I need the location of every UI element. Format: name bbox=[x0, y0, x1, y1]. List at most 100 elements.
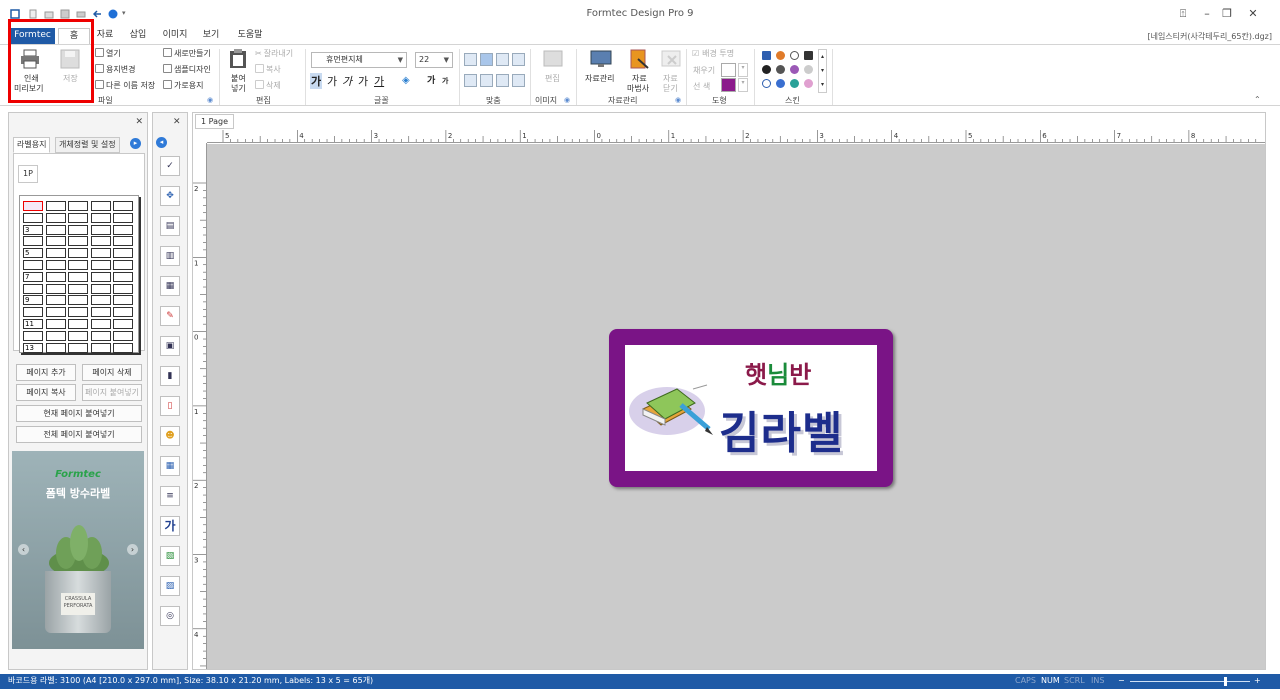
skin-teal-icon[interactable] bbox=[790, 79, 799, 88]
label-cell[interactable] bbox=[45, 224, 66, 235]
skin-royal-icon[interactable] bbox=[776, 79, 785, 88]
label-inner-area[interactable]: 햇님반 김라벨 bbox=[625, 345, 877, 471]
copy-button[interactable]: 복사 bbox=[255, 64, 281, 75]
label-cell[interactable]: 3 bbox=[23, 224, 43, 235]
label-cell[interactable] bbox=[23, 236, 43, 247]
label-cell[interactable] bbox=[113, 224, 133, 235]
label-cell[interactable] bbox=[113, 330, 133, 341]
vertical-text-tool-icon[interactable]: ▥ bbox=[160, 246, 180, 266]
label-cell[interactable] bbox=[23, 260, 43, 270]
tab-image[interactable]: 이미지 bbox=[158, 28, 192, 44]
label-cell[interactable]: 13 bbox=[23, 342, 43, 353]
label-cell[interactable] bbox=[90, 224, 111, 235]
landscape-image-tool-icon[interactable]: ▨ bbox=[160, 576, 180, 596]
line-color-swatch[interactable] bbox=[721, 78, 736, 92]
label-cell[interactable] bbox=[23, 212, 43, 223]
text-tool-icon[interactable]: 가 bbox=[160, 516, 180, 536]
align-center-icon[interactable] bbox=[496, 53, 509, 66]
label-cell[interactable] bbox=[68, 319, 88, 329]
image-dialog-launcher-icon[interactable]: ◉ bbox=[564, 96, 570, 104]
disc-tool-icon[interactable]: ◎ bbox=[160, 606, 180, 626]
outline-button[interactable]: 가 bbox=[358, 73, 368, 89]
skin-black-icon[interactable] bbox=[762, 65, 771, 74]
align-right-icon[interactable] bbox=[512, 53, 525, 66]
skin-orange-icon[interactable] bbox=[776, 51, 785, 60]
restore-button[interactable]: ❐ bbox=[1216, 6, 1238, 22]
label-cell[interactable] bbox=[45, 260, 66, 270]
zoom-out-button[interactable]: − bbox=[1118, 674, 1125, 688]
label-person-name[interactable]: 김라벨 bbox=[719, 397, 843, 461]
label-cell[interactable] bbox=[113, 248, 133, 259]
horizontal-ruler[interactable]: 5 4 3 2 1 0 1 2 3 4 5 6 7 8 bbox=[207, 130, 1265, 143]
skin-dark-icon[interactable] bbox=[804, 51, 813, 60]
ad-prev-icon[interactable]: ‹ bbox=[18, 544, 29, 555]
label-cell[interactable] bbox=[90, 271, 111, 282]
label-cell[interactable] bbox=[113, 236, 133, 247]
label-cell[interactable] bbox=[23, 330, 43, 341]
label-cell[interactable] bbox=[68, 224, 88, 235]
label-cell[interactable] bbox=[113, 319, 133, 329]
label-cell[interactable] bbox=[68, 307, 88, 318]
label-cell[interactable] bbox=[45, 212, 66, 223]
barcode-tool-icon[interactable]: ▮ bbox=[160, 366, 180, 386]
text-edit-tool-icon[interactable]: ✎ bbox=[160, 306, 180, 326]
label-cell[interactable] bbox=[113, 283, 133, 294]
paste-page-button[interactable]: 페이지 붙여넣기 bbox=[82, 384, 142, 401]
label-cell[interactable] bbox=[68, 201, 88, 211]
zoom-in-button[interactable]: + bbox=[1254, 674, 1261, 688]
bg-transparent-checkbox[interactable]: ☑ 배경 투명 bbox=[692, 48, 734, 59]
close-button[interactable]: ✕ bbox=[1242, 6, 1264, 22]
align-top-icon[interactable] bbox=[480, 53, 493, 66]
data-wizard-button[interactable]: 마법사 bbox=[627, 83, 649, 94]
label-cell[interactable] bbox=[45, 295, 66, 306]
landscape-button[interactable]: 가로용지 bbox=[163, 80, 203, 91]
skin-blue-icon[interactable] bbox=[762, 51, 771, 60]
ad-next-icon[interactable]: › bbox=[127, 544, 138, 555]
label-cell[interactable] bbox=[68, 342, 88, 353]
paste-current-page-button[interactable]: 현재 페이지 붙여넣기 bbox=[16, 405, 142, 422]
new-button[interactable]: 새로만들기 bbox=[163, 48, 211, 59]
label-cell[interactable]: 9 bbox=[23, 295, 43, 306]
label-sticker[interactable]: 햇님반 김라벨 bbox=[609, 329, 893, 487]
file-dialog-launcher-icon[interactable]: ◉ bbox=[207, 96, 213, 104]
skin-purple-icon[interactable] bbox=[790, 65, 799, 74]
data-manage-button[interactable]: 자료관리 bbox=[585, 73, 614, 84]
picture-tool-icon[interactable]: ▧ bbox=[160, 546, 180, 566]
label-cell[interactable] bbox=[90, 295, 111, 306]
label-cell[interactable] bbox=[45, 330, 66, 341]
save-as-button[interactable]: 다른 이름 저장 bbox=[95, 80, 155, 91]
label-cell[interactable] bbox=[45, 201, 66, 211]
fill-dropdown-icon[interactable]: ▾ bbox=[738, 63, 748, 77]
label-cell[interactable] bbox=[113, 260, 133, 270]
label-preview-grid[interactable]: 3 5 7 9 11 13 bbox=[19, 195, 139, 353]
label-cell[interactable] bbox=[68, 260, 88, 270]
distribute-icon[interactable] bbox=[512, 74, 525, 87]
copy-page-button[interactable]: 페이지 복사 bbox=[16, 384, 76, 401]
close-toolstrip-icon[interactable]: ✕ bbox=[173, 117, 181, 127]
grow-font-button[interactable]: 가 bbox=[427, 73, 435, 86]
label-cell[interactable] bbox=[68, 283, 88, 294]
paste-all-pages-button[interactable]: 전체 페이지 붙여넣기 bbox=[16, 426, 142, 443]
label-class-name[interactable]: 햇님반 bbox=[745, 355, 811, 390]
label-cell[interactable] bbox=[113, 212, 133, 223]
skin-star-blue-icon[interactable] bbox=[762, 79, 771, 88]
add-page-button[interactable]: 페이지 추가 bbox=[16, 364, 76, 381]
align-bottom-icon[interactable] bbox=[464, 74, 477, 87]
label-cell[interactable] bbox=[90, 283, 111, 294]
italic-button[interactable]: 가 bbox=[342, 73, 352, 89]
label-cell[interactable]: 5 bbox=[23, 248, 43, 259]
label-cell[interactable] bbox=[68, 295, 88, 306]
label-cell[interactable] bbox=[113, 307, 133, 318]
image-edit-button[interactable]: 편집 bbox=[545, 73, 560, 84]
tab-data[interactable]: 자료 bbox=[90, 28, 120, 44]
books-pencil-icon[interactable] bbox=[629, 379, 713, 437]
canvas[interactable]: 햇님반 김라벨 bbox=[207, 144, 1265, 669]
tab-insert[interactable]: 삽입 bbox=[122, 28, 154, 44]
label-cell[interactable] bbox=[90, 330, 111, 341]
next-tab-icon[interactable]: ▸ bbox=[130, 138, 141, 149]
label-cell[interactable] bbox=[90, 342, 111, 353]
minimize-button[interactable]: – bbox=[1196, 6, 1218, 22]
table-tool-icon[interactable]: ▦ bbox=[160, 456, 180, 476]
label-cell[interactable]: 11 bbox=[23, 319, 43, 329]
multiline-text-tool-icon[interactable]: ▦ bbox=[160, 276, 180, 296]
